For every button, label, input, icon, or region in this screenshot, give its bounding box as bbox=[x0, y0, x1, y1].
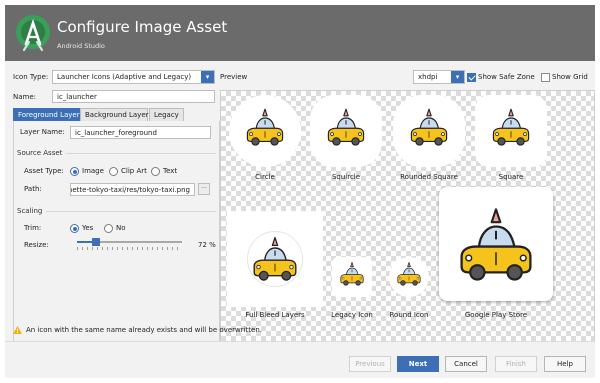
show-grid-label: Show Grid bbox=[552, 73, 588, 81]
preview-caption: Square bbox=[498, 173, 524, 181]
asset-type-clipart-radio[interactable] bbox=[109, 167, 118, 176]
icon-type-label: Icon Type: bbox=[13, 73, 49, 81]
taxi-icon bbox=[407, 107, 451, 151]
tab-foreground-layer[interactable]: Foreground Layer bbox=[13, 108, 80, 122]
preview-circle: Circle bbox=[227, 95, 303, 181]
browse-button[interactable]: ··· bbox=[198, 183, 210, 195]
asset-type-image-radio[interactable] bbox=[70, 167, 79, 176]
resize-slider-handle[interactable] bbox=[91, 238, 100, 246]
trim-yes-label: Yes bbox=[82, 224, 94, 232]
preview-label: Preview bbox=[220, 73, 248, 81]
preview-squircle: Squircle bbox=[308, 95, 384, 181]
dialog-footer: Previous Next Cancel Finish Help bbox=[5, 341, 595, 378]
resize-slider-ticks bbox=[77, 247, 182, 250]
asset-type-text-radio[interactable] bbox=[151, 167, 160, 176]
chevron-down-icon: ▾ bbox=[451, 71, 464, 83]
preview-square: Square bbox=[473, 95, 549, 181]
tab-background-layer[interactable]: Background Layer bbox=[80, 108, 149, 122]
taxi-icon bbox=[489, 107, 533, 151]
taxi-icon bbox=[324, 107, 368, 151]
help-button[interactable]: Help bbox=[544, 356, 586, 372]
density-value: xhdpi bbox=[418, 73, 438, 81]
preview-caption: Google Play Store bbox=[464, 311, 528, 319]
show-safe-zone-label: Show Safe Zone bbox=[478, 73, 535, 81]
resize-value: 72 % bbox=[198, 241, 216, 249]
icon-type-select[interactable]: Launcher Icons (Adaptive and Legacy) ▾ bbox=[52, 70, 215, 84]
path-field[interactable]: nette-tokyo-taxi/res/tokyo-taxi.png bbox=[70, 183, 195, 196]
asset-type-text-label: Text bbox=[163, 167, 178, 175]
layer-name-label: Layer Name: bbox=[20, 128, 65, 136]
show-grid-checkbox[interactable] bbox=[541, 73, 550, 82]
name-label: Name: bbox=[13, 93, 37, 101]
dialog-subtitle: Android Studio bbox=[57, 42, 105, 50]
taxi-icon bbox=[243, 107, 287, 151]
asset-type-clipart-label: Clip Art bbox=[121, 167, 147, 175]
divider bbox=[46, 211, 216, 212]
divider bbox=[66, 153, 216, 154]
preview-caption: Circle bbox=[255, 173, 275, 181]
asset-type-image-label: Image bbox=[82, 167, 104, 175]
trim-no-label: No bbox=[116, 224, 126, 232]
preview-caption: Rounded Square bbox=[400, 173, 458, 181]
warning-icon bbox=[13, 326, 22, 334]
taxi-icon bbox=[338, 261, 366, 289]
cancel-button[interactable]: Cancel bbox=[445, 356, 487, 372]
preview-area: Circle Squircle Rounded Square Square Fu… bbox=[220, 90, 595, 348]
taxi-icon bbox=[453, 205, 539, 291]
chevron-down-icon: ▾ bbox=[201, 71, 214, 83]
source-asset-title: Source Asset bbox=[17, 149, 63, 157]
icon-type-value: Launcher Icons (Adaptive and Legacy) bbox=[57, 73, 192, 81]
show-safe-zone-checkbox[interactable] bbox=[467, 73, 476, 82]
next-button[interactable]: Next bbox=[397, 356, 439, 372]
name-field[interactable]: ic_launcher bbox=[52, 90, 215, 103]
scaling-title: Scaling bbox=[17, 207, 43, 215]
resize-label: Resize: bbox=[24, 241, 49, 249]
foreground-layer-panel: Layer Name: ic_launcher_foreground Sourc… bbox=[13, 121, 220, 349]
trim-no-radio[interactable] bbox=[104, 224, 113, 233]
warning-bar: An icon with the same name already exist… bbox=[5, 320, 595, 338]
asset-type-label: Asset Type: bbox=[24, 167, 64, 175]
path-label: Path: bbox=[24, 185, 42, 193]
trim-yes-radio[interactable] bbox=[70, 224, 79, 233]
trim-label: Trim: bbox=[24, 224, 42, 232]
main-panel: Icon Type: Launcher Icons (Adaptive and … bbox=[5, 61, 595, 349]
taxi-icon bbox=[395, 261, 423, 289]
preview-caption: Legacy Icon bbox=[331, 311, 373, 319]
density-select[interactable]: xhdpi ▾ bbox=[413, 70, 465, 84]
previous-button[interactable]: Previous bbox=[349, 356, 391, 372]
preview-caption: Full Bleed Layers bbox=[245, 311, 305, 319]
warning-text: An icon with the same name already exist… bbox=[26, 326, 263, 334]
android-studio-logo bbox=[16, 15, 50, 52]
preview-caption: Round Icon bbox=[389, 311, 429, 319]
path-value: nette-tokyo-taxi/res/tokyo-taxi.png bbox=[70, 186, 190, 194]
taxi-icon bbox=[249, 235, 301, 287]
dialog-title: Configure Image Asset bbox=[57, 18, 228, 36]
preview-rounded-square: Rounded Square bbox=[389, 95, 469, 181]
layer-name-field[interactable]: ic_launcher_foreground bbox=[70, 126, 211, 139]
tab-legacy[interactable]: Legacy bbox=[149, 108, 184, 122]
preview-caption: Squircle bbox=[331, 173, 361, 181]
dialog-header: Configure Image Asset Android Studio bbox=[5, 5, 595, 61]
finish-button[interactable]: Finish bbox=[495, 356, 537, 372]
